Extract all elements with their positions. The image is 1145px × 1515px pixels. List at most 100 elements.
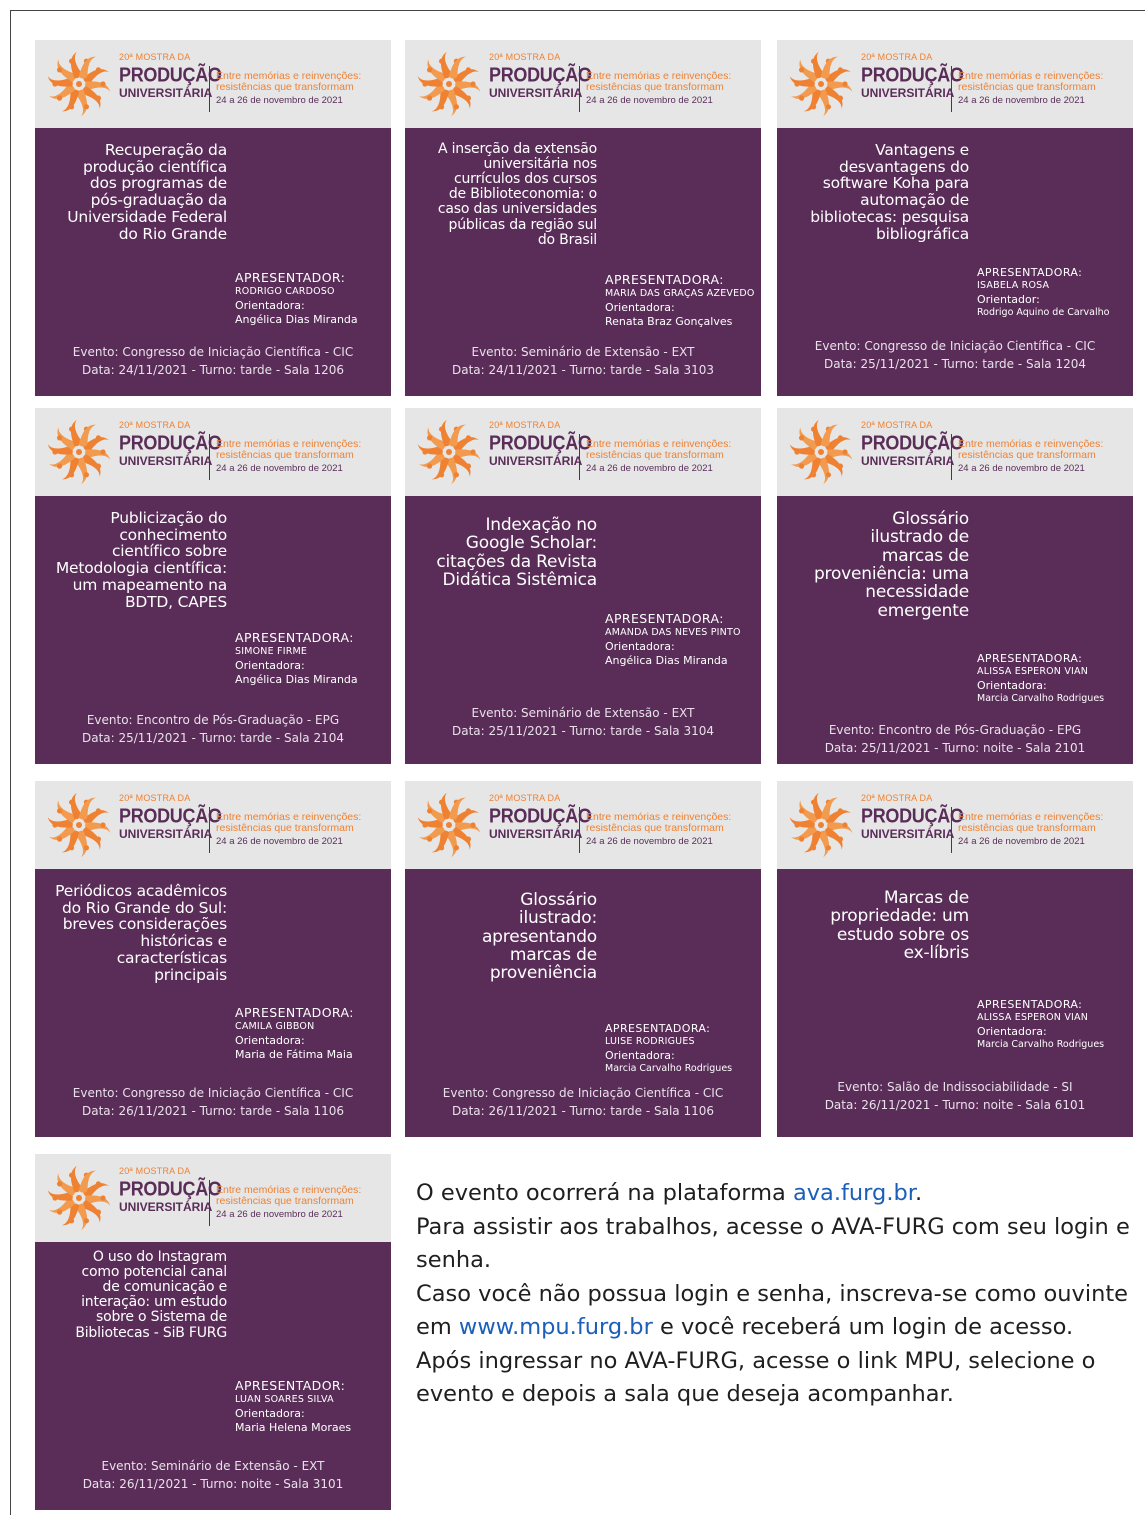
event-banner: 20ª MOSTRA DA PRODUÇÃO UNIVERSITÁRIA Entre … (405, 40, 761, 128)
event-dates: 24 a 26 de novembro de 2021 (216, 95, 343, 107)
event-banner: 20ª MOSTRA DA PRODUÇÃO UNIVERSITÁRIA Entre … (777, 408, 1133, 496)
instruction-platform: O evento ocorrerá na plataforma ava.furg… (416, 1180, 923, 1206)
presenter-block: APRESENTADORA: MARIA DAS GRAÇAS AZEVEDO Or… (605, 272, 755, 329)
event-dates: 24 a 26 de novembro de 2021 (586, 836, 713, 848)
event-tagline: Entre memórias e reinvenções: resistência… (586, 811, 731, 848)
event-dates: 24 a 26 de novembro de 2021 (216, 1209, 343, 1221)
brand-edition: 20ª MOSTRA DA (489, 420, 561, 430)
event-name: Evento: Encontro de Pós-Graduação - EPG (828, 723, 1082, 737)
presentation-title: Publicização do conhecimento científico … (55, 509, 227, 611)
event-details: Evento: Congresso de Iniciação Científic… (35, 343, 391, 379)
advisor-name: Marcia Carvalho Rodrigues (605, 1062, 733, 1074)
brand-name-1: PRODUÇÃO (489, 803, 592, 827)
tagline-line-2: resistências que transformam (216, 449, 354, 462)
ava-link[interactable]: ava.furg.br (793, 1180, 915, 1206)
event-details: Evento: Congresso de Iniciação Científic… (405, 1084, 761, 1120)
event-brand: 20ª MOSTRA DA PRODUÇÃO UNIVERSITÁRIA (861, 793, 964, 841)
tagline-line-2: resistências que transformam (586, 822, 724, 835)
banner-divider (951, 66, 952, 112)
event-tagline: Entre memórias e reinvenções: resistência… (958, 70, 1103, 107)
banner-divider (209, 1180, 210, 1226)
event-details: Evento: Seminário de Extensão - EXT Data:… (35, 1457, 391, 1493)
sunburst-logo-icon (47, 793, 111, 857)
event-name: Evento: Seminário de Extensão - EXT (471, 706, 695, 720)
event-name: Evento: Seminário de Extensão - EXT (471, 345, 695, 359)
presentation-title: Vantagens e desvantagens do software Koh… (810, 141, 969, 243)
presenter-block: APRESENTADOR: RODRIGO CARDOSO Orientadora:… (235, 270, 358, 327)
event-dates: 24 a 26 de novembro de 2021 (958, 463, 1085, 475)
event-name: Evento: Congresso de Iniciação Científic… (72, 1086, 354, 1100)
advisor-label: Orientadora: (605, 639, 675, 653)
event-banner: 20ª MOSTRA DA PRODUÇÃO UNIVERSITÁRIA Entre … (35, 781, 391, 869)
advisor-label: Orientadora: (235, 1033, 305, 1047)
event-dates: 24 a 26 de novembro de 2021 (958, 95, 1085, 107)
event-dates: 24 a 26 de novembro de 2021 (586, 463, 713, 475)
event-datetime: Data: 25/11/2021 - Turno: tarde - Sala 3… (451, 724, 715, 738)
mpu-link[interactable]: www.mpu.furg.br (459, 1314, 653, 1340)
brand-name-2: UNIVERSITÁRIA (489, 86, 583, 100)
presentation-title: Recuperação da produção científica dos p… (67, 141, 227, 243)
brand-edition: 20ª MOSTRA DA (119, 1166, 191, 1176)
brand-name-1: PRODUÇÃO (861, 430, 964, 454)
brand-name-1: PRODUÇÃO (119, 1176, 222, 1200)
advisor-label: Orientadora: (977, 1024, 1047, 1038)
event-banner: 20ª MOSTRA DA PRODUÇÃO UNIVERSITÁRIA Entre … (35, 1154, 391, 1242)
page-border-top (10, 10, 1145, 11)
presentation-card: 20ª MOSTRA DA PRODUÇÃO UNIVERSITÁRIA Entre … (35, 1154, 391, 1510)
presenter-name: LUAN SOARES SILVA (235, 1394, 334, 1406)
event-banner: 20ª MOSTRA DA PRODUÇÃO UNIVERSITÁRIA Entre … (777, 781, 1133, 869)
event-details: Evento: Congresso de Iniciação Científic… (35, 1084, 391, 1120)
advisor-label: Orientadora: (235, 1406, 305, 1420)
event-brand: 20ª MOSTRA DA PRODUÇÃO UNIVERSITÁRIA (119, 1166, 222, 1214)
brand-name-1: PRODUÇÃO (489, 62, 592, 86)
brand-edition: 20ª MOSTRA DA (119, 52, 191, 62)
presentation-title: Glossário ilustrado: apresentando marcas… (481, 890, 597, 984)
advisor-name: Maria de Fátima Maia (235, 1047, 353, 1061)
event-tagline: Entre memórias e reinvenções: resistência… (958, 811, 1103, 847)
event-tagline: Entre memórias e reinvenções: resistência… (586, 70, 731, 107)
event-datetime: Data: 25/11/2021 - Turno: tarde - Sala 1… (823, 357, 1087, 371)
banner-divider (579, 66, 580, 112)
brand-name-1: PRODUÇÃO (489, 430, 592, 454)
presenter-name: ALISSA ESPERON VIAN (977, 1012, 1089, 1024)
presenter-name: ISABELA ROSA (977, 280, 1050, 292)
advisor-name: Angélica Dias Miranda (235, 672, 358, 686)
event-datetime: Data: 26/11/2021 - Turno: noite - Sala 3… (82, 1477, 344, 1491)
brand-edition: 20ª MOSTRA DA (861, 793, 933, 803)
presenter-block: APRESENTADOR: LUAN SOARES SILVA Orientador… (235, 1378, 351, 1435)
event-datetime: Data: 26/11/2021 - Turno: tarde - Sala 1… (81, 1104, 345, 1118)
presenter-block: APRESENTADORA: AMANDA DAS NEVES PINTO Orie… (605, 611, 741, 668)
banner-divider (209, 807, 210, 853)
event-tagline: Entre memórias e reinvenções: resistência… (216, 438, 361, 474)
brand-name-1: PRODUÇÃO (861, 62, 964, 86)
brand-name-2: UNIVERSITÁRIA (489, 454, 583, 468)
event-brand: 20ª MOSTRA DA PRODUÇÃO UNIVERSITÁRIA (861, 53, 964, 100)
brand-name-2: UNIVERSITÁRIA (861, 827, 955, 841)
event-name: Evento: Encontro de Pós-Graduação - EPG (86, 713, 340, 727)
presentation-card: 20ª MOSTRA DA PRODUÇÃO UNIVERSITÁRIA Entre … (405, 408, 761, 764)
event-banner: 20ª MOSTRA DA PRODUÇÃO UNIVERSITÁRIA Entre … (405, 781, 761, 869)
presentation-card: 20ª MOSTRA DA PRODUÇÃO UNIVERSITÁRIA Entre … (777, 408, 1133, 764)
presenter-role: APRESENTADORA: (235, 630, 354, 645)
event-dates: 24 a 26 de novembro de 2021 (586, 95, 713, 107)
event-instructions: O evento ocorrerá na plataforma ava.furg… (416, 1177, 1131, 1412)
event-dates: 24 a 26 de novembro de 2021 (216, 836, 343, 848)
banner-divider (209, 434, 210, 480)
sunburst-logo-icon (47, 52, 111, 116)
presentation-title: Marcas de propriedade: um estudo sobre o… (830, 888, 969, 964)
presenter-block: APRESENTADORA: CAMILA GIBBON Orientadora: M… (235, 1005, 354, 1062)
event-details: Evento: Seminário de Extensão - EXT Data:… (405, 343, 761, 379)
sunburst-logo-icon (47, 420, 111, 484)
presenter-name: MARIA DAS GRAÇAS AZEVEDO (605, 288, 755, 300)
advisor-label: Orientadora: (235, 658, 305, 672)
advisor-name: Renata Braz Gonçalves (605, 314, 733, 328)
advisor-name: Maria Helena Moraes (235, 1420, 352, 1434)
tagline-line-2: resistências que transformam (586, 81, 724, 94)
brand-name-2: UNIVERSITÁRIA (489, 827, 583, 841)
event-details: Evento: Salão de Indissociabilidade - SI… (777, 1078, 1133, 1114)
tagline-line-2: resistências que transformam (958, 81, 1096, 94)
advisor-name: Angélica Dias Miranda (235, 312, 358, 326)
brand-name-2: UNIVERSITÁRIA (861, 86, 955, 100)
event-datetime: Data: 25/11/2021 - Turno: noite - Sala 2… (824, 741, 1086, 755)
instruction-access: Após ingressar no AVA-FURG, acesse o lin… (416, 1347, 1096, 1408)
